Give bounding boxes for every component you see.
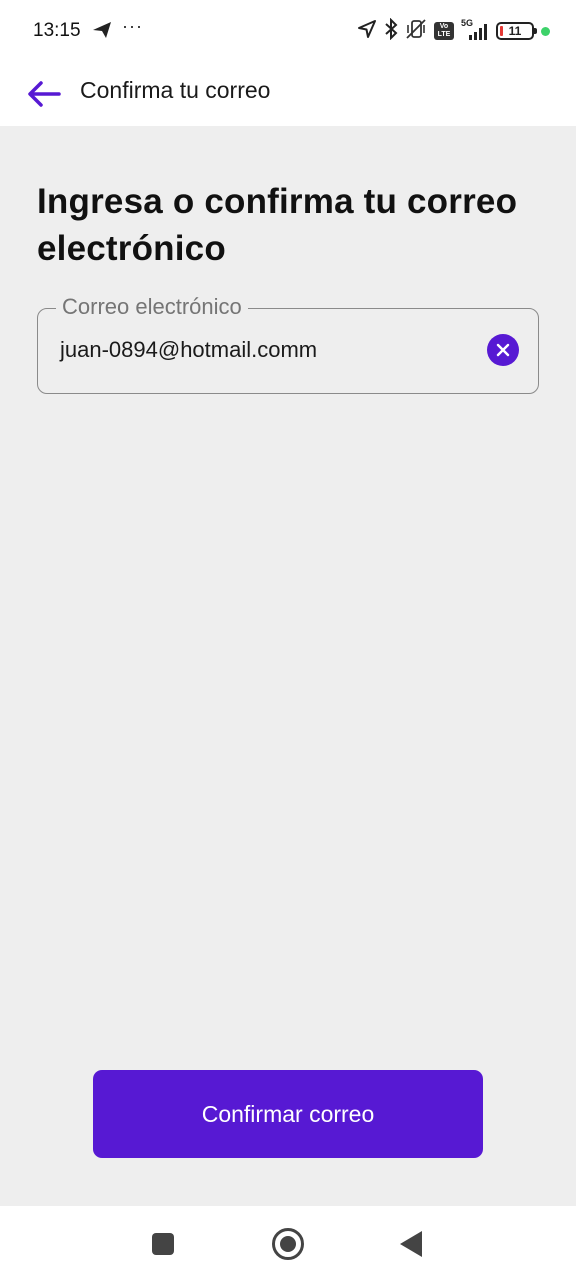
- clear-icon: [496, 343, 510, 357]
- main-content: Ingresa o confirma tu correo electrónico…: [0, 126, 576, 1206]
- heading: Ingresa o confirma tu correo electrónico: [37, 182, 518, 268]
- email-field[interactable]: Correo electrónico juan-0894@hotmail.com…: [37, 293, 539, 394]
- location-arrow-icon: [357, 19, 377, 44]
- back-button[interactable]: [24, 74, 64, 114]
- battery-icon: 11: [496, 22, 537, 40]
- system-back-button[interactable]: [400, 1231, 422, 1257]
- email-field-label: Correo electrónico: [56, 293, 248, 321]
- status-time: 13:15: [33, 20, 81, 41]
- app-bar: Confirma tu correo: [0, 62, 576, 126]
- confirm-email-button[interactable]: Confirmar correo: [93, 1070, 483, 1158]
- page-title: Confirma tu correo: [80, 77, 271, 103]
- arrow-left-icon: [28, 81, 61, 107]
- more-notifications-icon: ···: [122, 16, 143, 36]
- volte-icon: Vo LTE: [434, 22, 454, 40]
- status-icons: Vo LTE 5G 11: [357, 17, 550, 45]
- status-bar: 13:15 ··· Vo LTE 5G 11: [0, 0, 576, 62]
- clear-input-button[interactable]: [487, 334, 519, 366]
- signal-icon: 5G: [461, 18, 489, 41]
- system-nav-bar: [0, 1206, 576, 1280]
- home-button[interactable]: [272, 1228, 304, 1260]
- email-input[interactable]: juan-0894@hotmail.comm: [60, 337, 317, 363]
- privacy-dot-icon: [541, 26, 550, 36]
- home-icon: [280, 1236, 296, 1252]
- send-icon: [92, 21, 112, 44]
- recent-apps-button[interactable]: [152, 1233, 174, 1255]
- bluetooth-icon: [384, 17, 398, 45]
- vibrate-off-icon: [405, 18, 427, 45]
- battery-level: 11: [508, 24, 522, 38]
